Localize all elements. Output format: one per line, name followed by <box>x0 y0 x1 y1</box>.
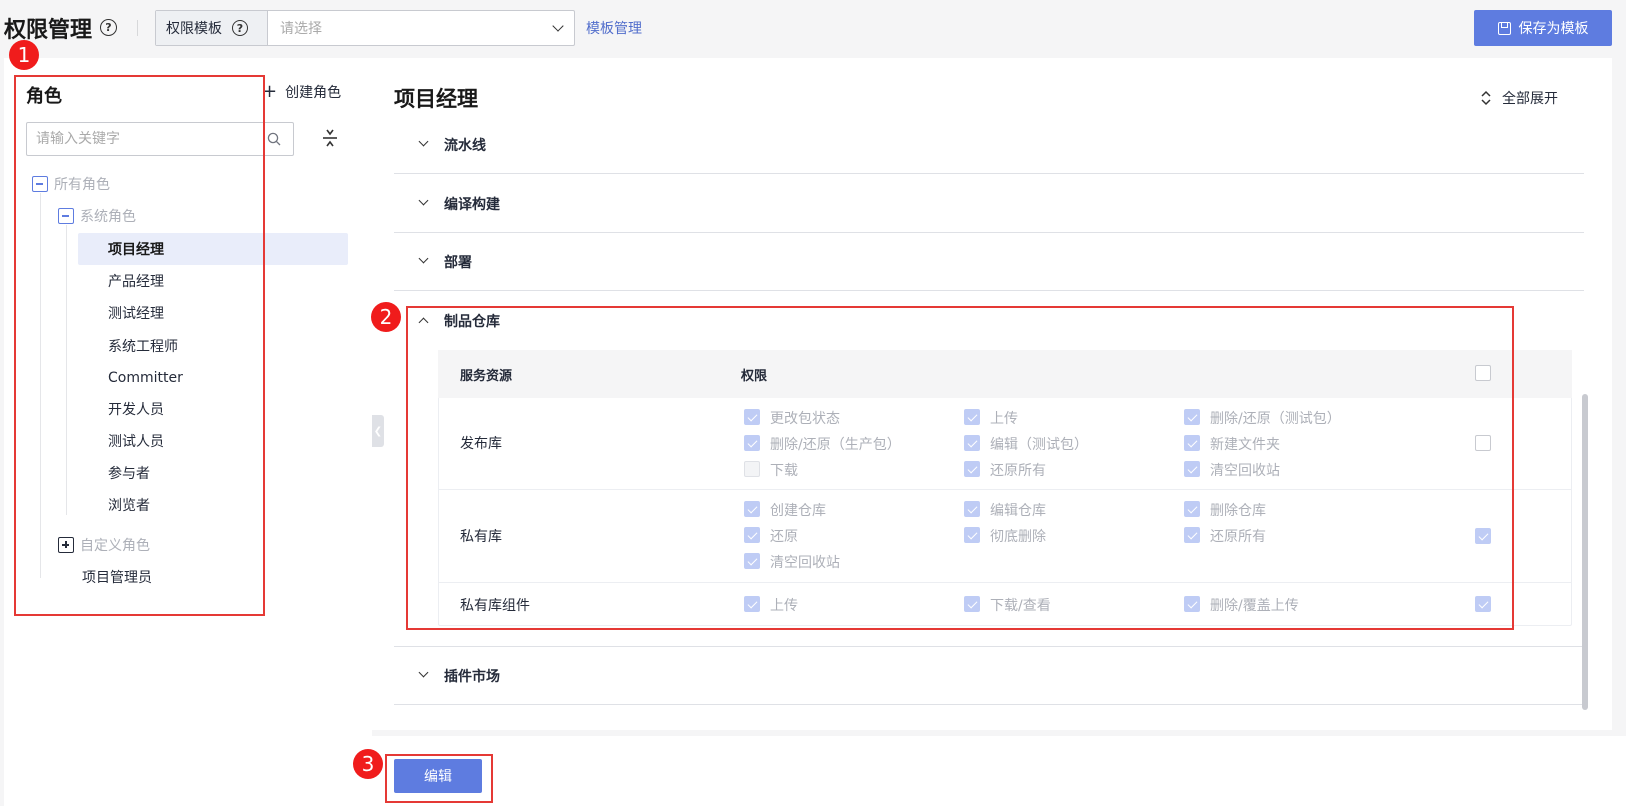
scrollbar[interactable] <box>1582 394 1588 710</box>
collapse-all-icon[interactable] <box>322 128 338 148</box>
help-icon[interactable]: ? <box>100 19 117 36</box>
section-deploy[interactable]: 部署 <box>394 233 1584 291</box>
section-plugin-market[interactable]: 插件市场 <box>394 647 1584 705</box>
section-build[interactable]: 编译构建 <box>394 175 1584 233</box>
template-label-text: 权限模板 <box>166 21 222 37</box>
permission-panel-title: 项目经理 <box>394 87 478 111</box>
search-icon[interactable] <box>267 132 281 146</box>
annotation-badge-1: 1 <box>9 40 39 70</box>
annotation-badge-3: 3 <box>353 749 383 779</box>
section-label: 部署 <box>444 254 472 271</box>
annotation-box-1 <box>14 75 265 616</box>
section-label: 插件市场 <box>444 668 500 685</box>
chevron-down-icon <box>552 20 564 32</box>
annotation-box-2 <box>406 306 1514 630</box>
template-select-placeholder: 请选择 <box>280 21 322 37</box>
template-select-group: 权限模板 ? 请选择 <box>155 10 575 46</box>
chevron-down-icon <box>418 136 429 147</box>
section-label: 编译构建 <box>444 196 500 213</box>
section-label: 流水线 <box>444 137 486 154</box>
chevron-down-icon <box>418 253 429 264</box>
expand-all-button[interactable]: 全部展开 <box>1480 88 1558 108</box>
expand-collapse-icon <box>1481 90 1491 106</box>
chevron-down-icon <box>418 667 429 678</box>
template-manage-link[interactable]: 模板管理 <box>586 18 642 38</box>
save-as-template-label: 保存为模板 <box>1518 21 1589 37</box>
divider <box>137 20 138 36</box>
annotation-box-3 <box>385 754 493 803</box>
chevron-down-icon <box>418 195 429 206</box>
section-pipeline[interactable]: 流水线 <box>394 116 1584 174</box>
save-icon <box>1497 21 1511 35</box>
page-title: 权限管理 <box>4 18 93 43</box>
create-role-label: 创建角色 <box>285 85 342 101</box>
save-as-template-button[interactable]: 保存为模板 <box>1474 10 1612 46</box>
expand-all-label: 全部展开 <box>1502 91 1558 107</box>
create-role-button[interactable]: + 创建角色 <box>262 82 341 102</box>
template-help-icon[interactable]: ? <box>232 20 248 36</box>
panel-collapse-handle[interactable]: ❮ <box>372 415 384 447</box>
template-select[interactable]: 请选择 <box>268 11 574 45</box>
footer-bar <box>372 736 1626 806</box>
template-label: 权限模板 ? <box>156 11 268 45</box>
annotation-badge-2: 2 <box>371 302 401 332</box>
